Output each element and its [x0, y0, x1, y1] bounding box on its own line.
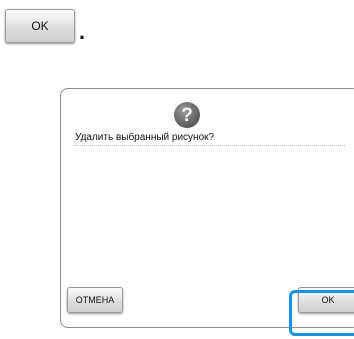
instruction-ok-button[interactable]: OK: [5, 9, 75, 43]
instruction-period: .: [79, 19, 86, 44]
dialog-message: Удалить выбранный рисунок?: [75, 132, 345, 146]
cancel-button[interactable]: ОТМЕНА: [67, 287, 123, 313]
instruction-ok-label: OK: [31, 19, 49, 33]
cancel-button-label: ОТМЕНА: [75, 295, 115, 305]
ok-button-highlight: [289, 290, 354, 336]
question-icon: ?: [174, 102, 200, 128]
